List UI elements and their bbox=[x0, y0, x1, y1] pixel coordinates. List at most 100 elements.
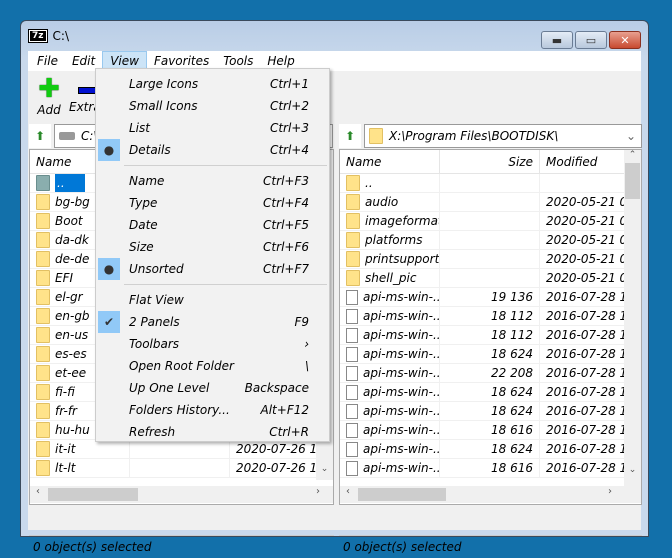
menu-item-size[interactable]: Size Ctrl+F6 bbox=[96, 236, 329, 258]
menu-item-shortcut: \ bbox=[304, 359, 309, 373]
drive-icon bbox=[59, 132, 75, 140]
menu-item-open-root-folder[interactable]: Open Root Folder \ bbox=[96, 355, 329, 377]
table-row[interactable]: .. bbox=[340, 174, 641, 193]
up-folder-icon[interactable]: ⬆ bbox=[339, 124, 361, 148]
up-folder-icon[interactable]: ⬆ bbox=[29, 124, 51, 148]
menu-gutter bbox=[98, 333, 120, 355]
right-path-combo[interactable]: X:\Program Files\BOOTDISK\ ⌄ bbox=[364, 124, 642, 148]
size-cell: 18 624 bbox=[440, 402, 540, 420]
table-row[interactable]: audio 2020-05-21 08: bbox=[340, 193, 641, 212]
menu-item-up-one-level[interactable]: Up One Level Backspace bbox=[96, 377, 329, 399]
table-row[interactable]: api-ms-win-... 18 624 2016-07-28 11: bbox=[340, 383, 641, 402]
name-cell: api-ms-win-... bbox=[340, 459, 440, 477]
folder-icon bbox=[36, 441, 50, 457]
right-file-list[interactable]: Name Size Modified .. audio 2020-05-21 08:… bbox=[339, 149, 642, 505]
menu-item-large-icons[interactable]: Large Icons Ctrl+1 bbox=[96, 73, 329, 95]
dll-file-icon bbox=[346, 365, 358, 381]
dll-file-icon bbox=[346, 346, 358, 362]
menu-item-shortcut: Backspace bbox=[244, 381, 309, 395]
right-horizontal-scrollbar[interactable]: ‹ › bbox=[340, 486, 641, 503]
dll-file-icon bbox=[346, 327, 358, 343]
menu-item-date[interactable]: Date Ctrl+F5 bbox=[96, 214, 329, 236]
size-cell bbox=[130, 459, 230, 477]
name-cell: api-ms-win-... bbox=[340, 364, 440, 382]
table-row[interactable]: printsupport 2020-05-21 08: bbox=[340, 250, 641, 269]
table-row[interactable]: api-ms-win-... 18 616 2016-07-28 11: bbox=[340, 459, 641, 478]
file-name: audio bbox=[365, 194, 399, 209]
menu-item-shortcut: Ctrl+2 bbox=[269, 99, 309, 113]
menu-item-toolbars[interactable]: Toolbars › bbox=[96, 333, 329, 355]
menu-item-type[interactable]: Type Ctrl+F4 bbox=[96, 192, 329, 214]
size-cell bbox=[440, 212, 540, 230]
table-row[interactable]: api-ms-win-... 18 112 2016-07-28 11: bbox=[340, 307, 641, 326]
radio-dot-icon: ● bbox=[98, 258, 120, 280]
column-name[interactable]: Name bbox=[340, 150, 440, 174]
menu-item-2-panels[interactable]: ✔ 2 Panels F9 bbox=[96, 311, 329, 333]
menu-item-name[interactable]: Name Ctrl+F3 bbox=[96, 170, 329, 192]
table-row[interactable]: api-ms-win-... 18 616 2016-07-28 11: bbox=[340, 421, 641, 440]
table-row[interactable]: api-ms-win-... 19 136 2016-07-28 11: bbox=[340, 288, 641, 307]
table-row[interactable]: api-ms-win-... 18 624 2016-07-28 11: bbox=[340, 345, 641, 364]
date-cell: 2016-07-28 11: bbox=[540, 326, 630, 344]
table-row[interactable]: api-ms-win-... 18 624 2016-07-28 11: bbox=[340, 402, 641, 421]
menu-item-list[interactable]: List Ctrl+3 bbox=[96, 117, 329, 139]
folder-icon bbox=[36, 403, 50, 419]
file-name: EFI bbox=[55, 270, 74, 285]
name-cell: api-ms-win-... bbox=[340, 383, 440, 401]
file-name: api-ms-win-... bbox=[363, 365, 440, 380]
table-row[interactable]: imageformats 2020-05-21 08: bbox=[340, 212, 641, 231]
maximize-button[interactable]: ▭ bbox=[575, 31, 607, 49]
parent-folder-icon bbox=[36, 175, 50, 191]
file-name: et-ee bbox=[55, 365, 87, 380]
name-cell: api-ms-win-... bbox=[340, 288, 440, 306]
menu-gutter bbox=[98, 399, 120, 421]
folder-icon bbox=[369, 128, 383, 144]
file-name: hu-hu bbox=[55, 422, 90, 437]
left-horizontal-scrollbar[interactable]: ‹ › bbox=[30, 486, 333, 503]
close-button[interactable]: ✕ bbox=[609, 31, 641, 49]
menu-item-refresh[interactable]: Refresh Ctrl+R bbox=[96, 421, 329, 443]
add-button[interactable]: ✚ Add bbox=[29, 75, 69, 117]
column-size[interactable]: Size bbox=[440, 150, 540, 174]
folder-icon bbox=[346, 270, 360, 286]
chevron-down-icon[interactable]: ⌄ bbox=[626, 129, 636, 143]
folder-icon bbox=[36, 365, 50, 381]
menu-item-label: Up One Level bbox=[129, 381, 210, 395]
menu-item-folders-history[interactable]: Folders History... Alt+F12 bbox=[96, 399, 329, 421]
dll-file-icon bbox=[346, 308, 358, 324]
folder-icon bbox=[36, 232, 50, 248]
name-cell: shell_pic bbox=[340, 269, 440, 287]
date-cell: 2016-07-28 11: bbox=[540, 402, 630, 420]
dll-file-icon bbox=[346, 460, 358, 476]
app-logo-icon: 7z bbox=[28, 29, 48, 43]
column-modified[interactable]: Modified bbox=[540, 150, 630, 174]
table-row[interactable]: shell_pic 2020-05-21 08: bbox=[340, 269, 641, 288]
folder-icon bbox=[346, 232, 360, 248]
size-cell: 19 136 bbox=[440, 288, 540, 306]
folder-icon bbox=[36, 194, 50, 210]
table-row[interactable]: platforms 2020-05-21 08: bbox=[340, 231, 641, 250]
window-title: C:\ bbox=[52, 29, 69, 43]
name-cell: imageformats bbox=[340, 212, 440, 230]
menu-gutter bbox=[98, 421, 120, 443]
size-cell: 18 112 bbox=[440, 326, 540, 344]
file-name: api-ms-win-... bbox=[363, 403, 440, 418]
table-row[interactable]: api-ms-win-... 18 112 2016-07-28 11: bbox=[340, 326, 641, 345]
date-cell: 2020-05-21 08: bbox=[540, 269, 630, 287]
menu-item-unsorted[interactable]: ● Unsorted Ctrl+F7 bbox=[96, 258, 329, 280]
menu-item-small-icons[interactable]: Small Icons Ctrl+2 bbox=[96, 95, 329, 117]
menu-item-details[interactable]: ● Details Ctrl+4 bbox=[96, 139, 329, 161]
file-name: api-ms-win-... bbox=[363, 346, 440, 361]
table-row[interactable]: lt-lt 2020-07-26 18:5 bbox=[30, 459, 333, 478]
file-name: api-ms-win-... bbox=[363, 441, 440, 456]
menu-item-label: Size bbox=[129, 240, 154, 254]
minimize-button[interactable]: ▬ bbox=[541, 31, 573, 49]
table-row[interactable]: api-ms-win-... 18 624 2016-07-28 11: bbox=[340, 440, 641, 459]
menu-item-label: Large Icons bbox=[129, 77, 199, 91]
right-vertical-scrollbar[interactable]: ⌃ ⌄ bbox=[624, 150, 641, 486]
menu-item-flat-view[interactable]: Flat View bbox=[96, 289, 329, 311]
menu-item-label: Details bbox=[129, 143, 171, 157]
menu-file[interactable]: File bbox=[30, 51, 65, 71]
menu-item-label: Open Root Folder bbox=[129, 359, 234, 373]
table-row[interactable]: api-ms-win-... 22 208 2016-07-28 11: bbox=[340, 364, 641, 383]
